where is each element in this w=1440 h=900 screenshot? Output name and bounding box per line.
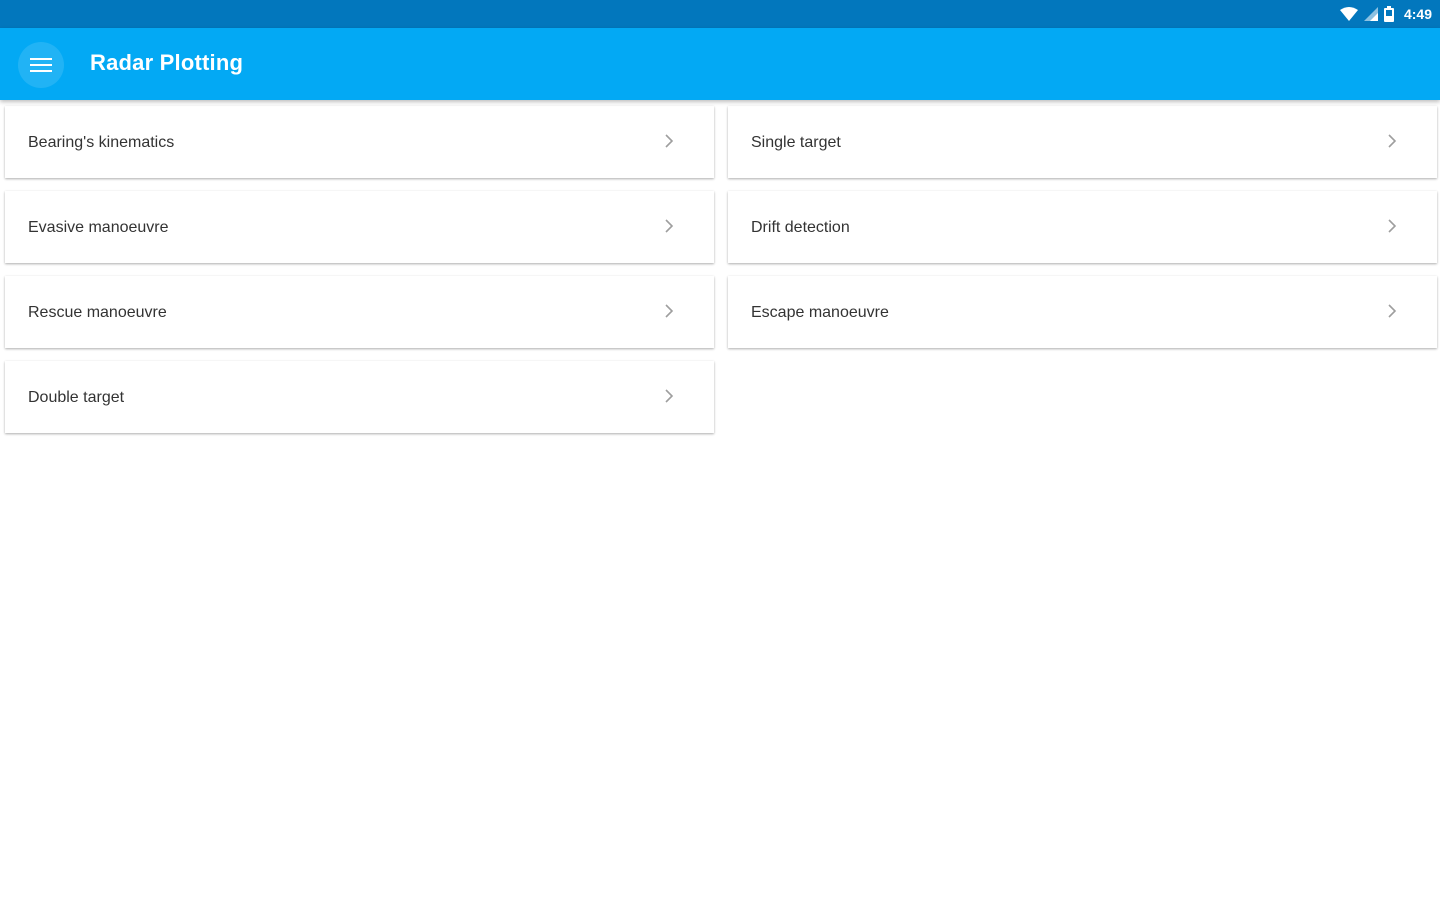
chevron-right-icon bbox=[665, 389, 674, 403]
menu-item-label: Evasive manoeuvre bbox=[28, 219, 169, 236]
chevron-right-icon bbox=[1388, 304, 1397, 318]
app-title: Radar Plotting bbox=[90, 50, 244, 75]
status-time: 4:49 bbox=[1403, 6, 1432, 22]
app-bar: Radar Plotting bbox=[0, 28, 1440, 100]
wifi-icon bbox=[1339, 7, 1358, 21]
menu-item-rescue-manoeuvre[interactable]: Rescue manoeuvre bbox=[5, 276, 714, 348]
menu-button[interactable] bbox=[18, 42, 64, 88]
menu-item-label: Rescue manoeuvre bbox=[28, 304, 167, 321]
chevron-right-icon bbox=[665, 219, 674, 233]
menu-item-single-target[interactable]: Single target bbox=[728, 106, 1437, 178]
menu-item-label: Bearing's kinematics bbox=[28, 134, 175, 151]
menu-item-label: Escape manoeuvre bbox=[751, 304, 889, 321]
chevron-right-icon bbox=[665, 134, 674, 148]
menu-item-drift-detection[interactable]: Drift detection bbox=[728, 191, 1437, 263]
menu-item-label: Drift detection bbox=[751, 219, 850, 236]
menu-item-evasive-manoeuvre[interactable]: Evasive manoeuvre bbox=[5, 191, 714, 263]
menu-item-double-target[interactable]: Double target bbox=[5, 361, 714, 433]
status-icons: 4:49 bbox=[1339, 5, 1432, 23]
menu-item-label: Double target bbox=[28, 389, 125, 406]
menu-item-label: Single target bbox=[751, 134, 841, 151]
battery-icon bbox=[1383, 6, 1394, 22]
signal-icon bbox=[1363, 7, 1378, 21]
chevron-right-icon bbox=[665, 304, 674, 318]
menu-item-escape-manoeuvre[interactable]: Escape manoeuvre bbox=[728, 276, 1437, 348]
status-bar: 4:49 bbox=[0, 0, 1440, 28]
chevron-right-icon bbox=[1388, 219, 1397, 233]
chevron-right-icon bbox=[1388, 134, 1397, 148]
menu-item-bearings-kinematics[interactable]: Bearing's kinematics bbox=[5, 106, 714, 178]
hamburger-menu-icon bbox=[30, 58, 52, 72]
menu-grid: Bearing's kinematics Single target Evasi… bbox=[5, 106, 1437, 433]
